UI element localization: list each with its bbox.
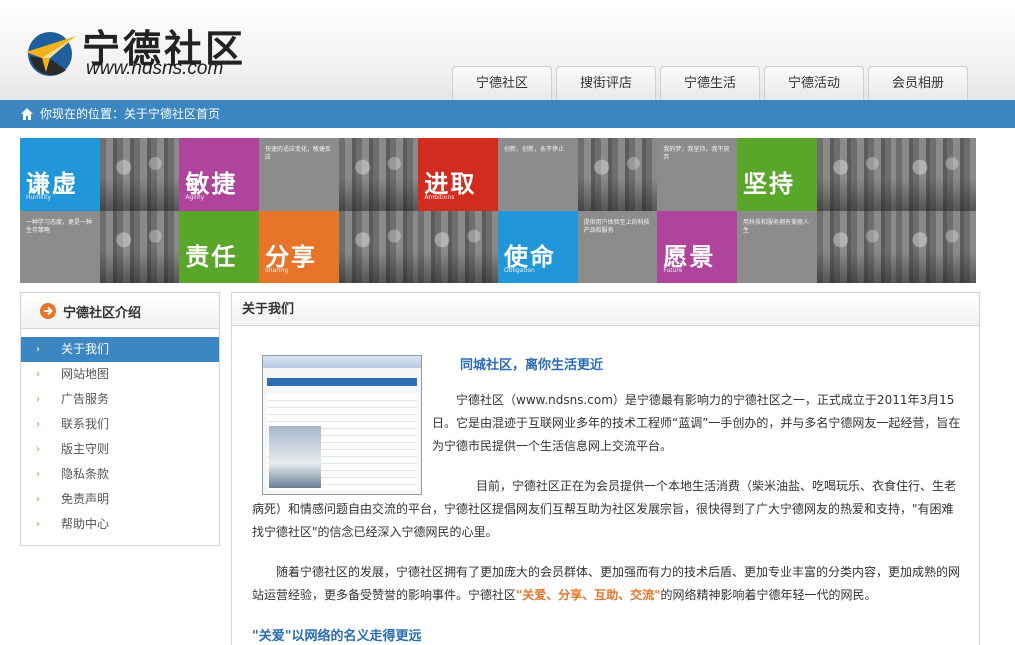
banner-value-tile: 谦虚 Humility <box>20 138 100 211</box>
site-screenshot-image <box>262 355 422 495</box>
banner-photo-tile <box>816 210 897 283</box>
main-subtitle: 同城社区，离你生活更近 <box>460 358 604 373</box>
banner-value-tile: 分享 Sharing <box>258 210 339 283</box>
banner-value-tile: 提供用户体验至上的科技产品和服务 <box>577 210 658 283</box>
chevron-right-icon: › <box>36 344 40 355</box>
nav-tab-shop-review[interactable]: 搜街评店 <box>556 66 656 100</box>
sidebar-item-label: 版主守则 <box>61 442 110 456</box>
banner-value-tile: 快速的适应变化，敏捷反应 <box>258 138 339 211</box>
growth-text-post: 的网络精神影响着宁德年轻一代的网民。 <box>660 588 877 602</box>
values-banner: 谦虚 Humility 敏捷 Agility 快速的适应变化，敏捷反应 进取 Ambitio… <box>20 138 976 283</box>
sidebar-item-label: 帮助中心 <box>61 517 110 531</box>
banner-photo-tile <box>896 138 976 211</box>
banner-photo-tile <box>896 210 976 283</box>
banner-value-word: 责任 <box>185 242 238 271</box>
banner-value-tile: 敏捷 Agility <box>179 138 259 211</box>
banner-photo-tile <box>99 138 180 211</box>
sidebar-title: 宁德社区介绍 <box>63 306 142 321</box>
main-nav: 宁德社区 搜街评店 宁德生活 宁德活动 会员相册 <box>452 66 972 100</box>
banner-photo-tile <box>418 210 498 283</box>
nav-tab-events[interactable]: 宁德活动 <box>764 66 864 100</box>
breadcrumb-text[interactable]: 你现在的位置：关于宁德社区首页 <box>40 107 220 121</box>
banner-value-caption: Future <box>663 266 683 274</box>
sidebar-item-contact[interactable]: › 联系我们 <box>21 412 219 437</box>
banner-value-tile: 用科技和服务拥有美丽人生 <box>736 210 817 283</box>
thumb-nav <box>267 378 417 386</box>
section-heading-care: "关爱"以网络的名义走得更远 <box>252 629 422 644</box>
sidebar-item-label: 免责声明 <box>61 492 110 506</box>
banner-value-word: 坚持 <box>742 170 795 198</box>
chevron-right-icon: › <box>36 394 40 405</box>
sidebar-item-help[interactable]: › 帮助中心 <box>21 512 219 537</box>
banner-value-tile: 我的梦，我坚持，我不放弃 <box>657 138 737 211</box>
banner-value-caption: 快速的适应变化，敏捷反应 <box>264 146 331 161</box>
sidebar-item-label: 网站地图 <box>61 367 110 381</box>
sidebar-item-label: 关于我们 <box>61 342 110 356</box>
breadcrumb: 你现在的位置：关于宁德社区首页 <box>0 100 1015 128</box>
chevron-right-icon: › <box>36 419 40 430</box>
sidebar-item-disclaimer[interactable]: › 免责声明 <box>21 487 219 512</box>
banner-photo-tile <box>577 138 658 211</box>
arrow-circle-icon <box>40 303 56 319</box>
sidebar-item-label: 隐私条款 <box>61 467 110 481</box>
intro-paragraph: 宁德社区（www.ndsns.com）是宁德最有影响力的宁德社区之一，正式成立于… <box>432 393 961 453</box>
thumb-titlebar <box>263 356 421 368</box>
logo-url: www.ndsns.com <box>86 58 224 79</box>
logo-plane-icon <box>26 32 76 76</box>
banner-photo-tile <box>816 138 897 211</box>
banner-value-tile: 使命 Obligation <box>497 210 578 283</box>
chevron-right-icon: › <box>36 494 40 505</box>
banner-photo-tile <box>338 138 419 211</box>
site-logo[interactable]: 宁德社区 www.ndsns.com <box>22 18 252 88</box>
nav-tab-community[interactable]: 宁德社区 <box>452 66 552 100</box>
site-header: 宁德社区 www.ndsns.com 宁德社区 搜街评店 宁德生活 宁德活动 会… <box>0 0 1015 100</box>
sidebar-header: 宁德社区介绍 <box>21 293 219 329</box>
sidebar-item-privacy[interactable]: › 隐私条款 <box>21 462 219 487</box>
banner-value-tile: 进取 Ambitions <box>418 138 498 211</box>
nav-tab-life[interactable]: 宁德生活 <box>660 66 760 100</box>
banner-value-tile: 愿景 Future <box>657 210 737 283</box>
home-icon[interactable] <box>20 107 34 121</box>
banner-value-caption: Obligation <box>503 266 535 274</box>
banner-value-caption: Humility <box>26 194 52 201</box>
banner-value-tile: 坚持 <box>736 138 817 211</box>
chevron-right-icon: › <box>36 469 40 480</box>
sidebar-item-label: 广告服务 <box>61 392 110 406</box>
banner-value-tile: 责任 <box>179 210 259 283</box>
banner-value-caption: Agility <box>185 194 205 201</box>
banner-value-caption: Sharing <box>264 266 289 274</box>
chevron-right-icon: › <box>36 444 40 455</box>
sidebar: 宁德社区介绍 › 关于我们 › 网站地图 › 广告服务 › 联系我们 › 版主守则 › 隐私… <box>20 292 220 546</box>
banner-value-caption: 我的梦，我坚持，我不放弃 <box>663 146 730 161</box>
sidebar-item-about[interactable]: › 关于我们 <box>21 337 219 362</box>
sidebar-item-ads[interactable]: › 广告服务 <box>21 387 219 412</box>
banner-value-caption: 提供用户体验至上的科技产品和服务 <box>583 218 650 234</box>
banner-photo-tile <box>99 210 180 283</box>
main-content: 关于我们 同城社区，离你生活更近 宁德社区（www.ndsns.com）是宁德最… <box>231 292 980 645</box>
banner-photo-tile <box>338 210 419 283</box>
sidebar-item-sitemap[interactable]: › 网站地图 <box>21 362 219 387</box>
banner-value-tile: 创新，创新，永不停止 <box>497 138 578 211</box>
current-paragraph: 目前，宁德社区正在为会员提供一个本地生活消费（柴米油盐、吃喝玩乐、衣食住行、生老… <box>252 479 957 539</box>
growth-paragraph: 随着宁德社区的发展，宁德社区拥有了更加庞大的会员群体、更加强而有力的技术后盾、更… <box>252 561 964 607</box>
nav-tab-albums[interactable]: 会员相册 <box>868 66 968 100</box>
chevron-right-icon: › <box>36 369 40 380</box>
banner-value-caption: 一种学习态度，更是一种生存策略 <box>26 218 93 234</box>
sidebar-item-moderator-rules[interactable]: › 版主守则 <box>21 437 219 462</box>
banner-value-caption: 创新，创新，永不停止 <box>503 146 564 153</box>
main-title: 关于我们 <box>232 293 979 326</box>
banner-value-caption: 用科技和服务拥有美丽人生 <box>742 218 809 234</box>
sidebar-item-label: 联系我们 <box>61 417 110 431</box>
banner-value-caption: Ambitions <box>424 194 455 201</box>
sidebar-list: › 关于我们 › 网站地图 › 广告服务 › 联系我们 › 版主守则 › 隐私条款 › 免责声… <box>21 329 219 537</box>
banner-value-tile: 一种学习态度，更是一种生存策略 <box>20 210 100 283</box>
chevron-right-icon: › <box>36 519 40 530</box>
spirit-highlight: "关爱、分享、互助、交流" <box>516 588 661 602</box>
